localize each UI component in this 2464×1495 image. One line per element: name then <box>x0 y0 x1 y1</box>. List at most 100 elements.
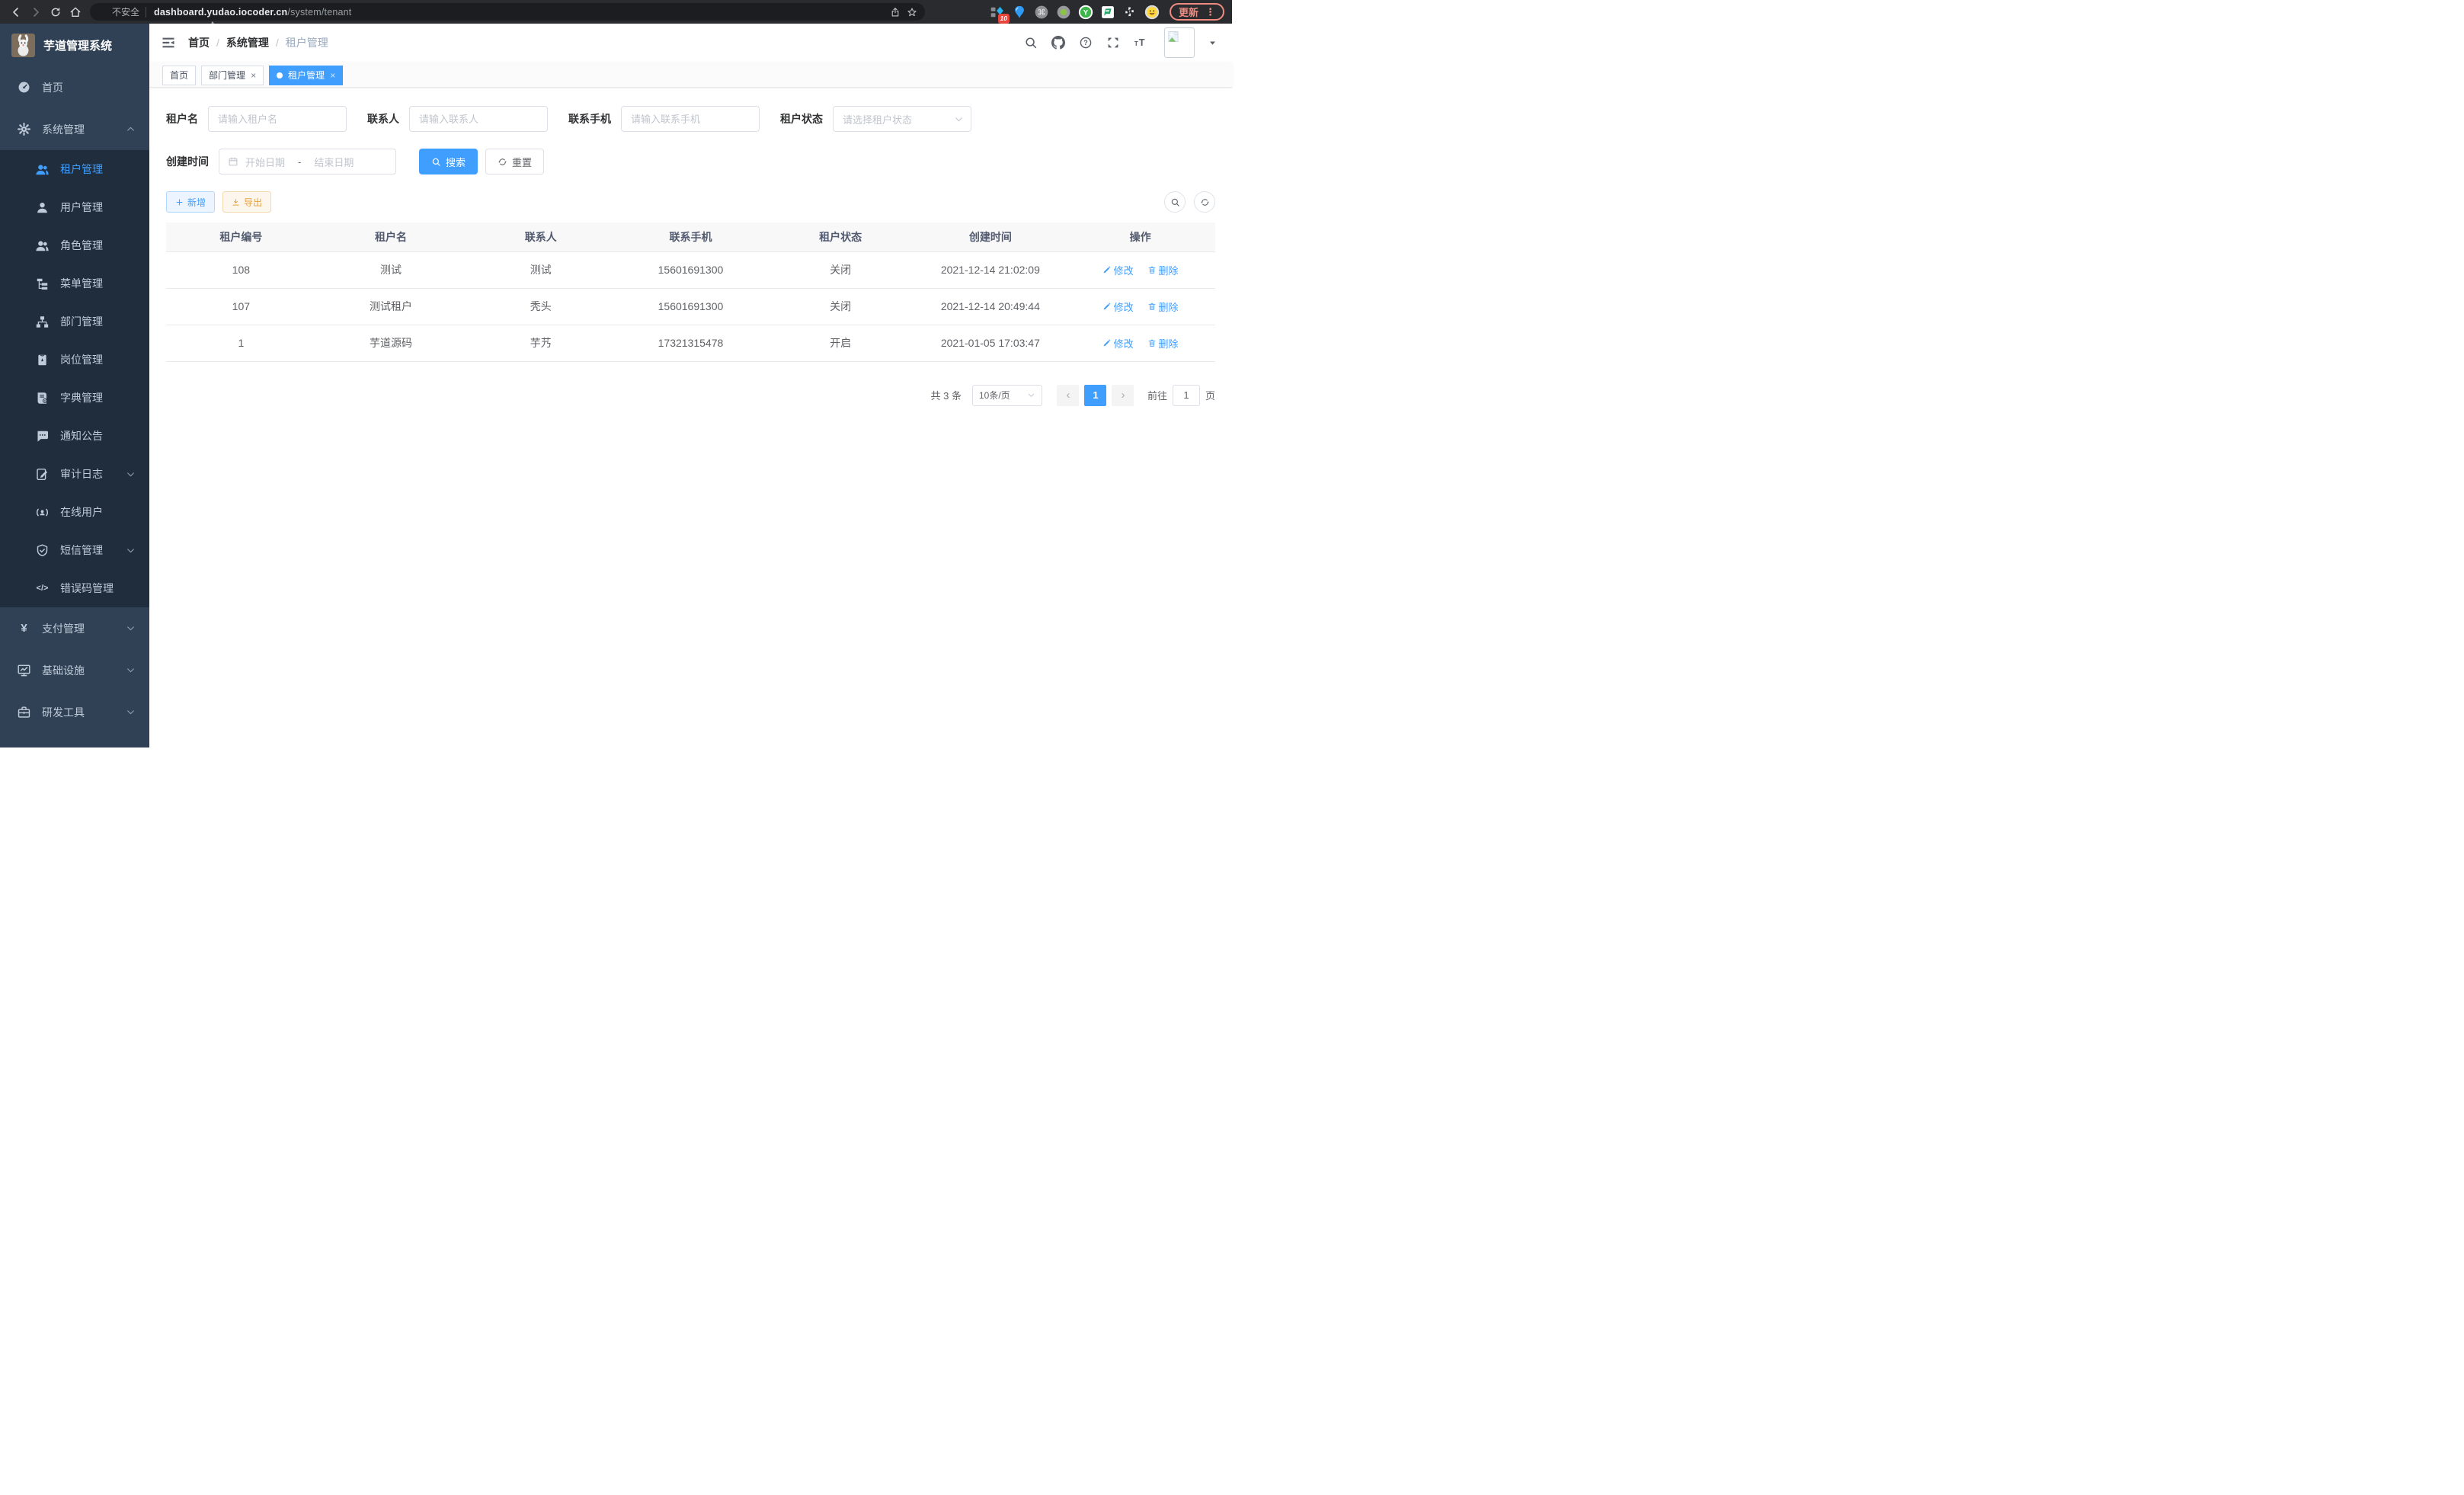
tag-home[interactable]: 首页 <box>162 66 196 85</box>
reset-button[interactable]: 重置 <box>485 149 544 174</box>
share-icon[interactable] <box>887 4 904 21</box>
tag-tenant[interactable]: 租户管理 <box>269 66 343 85</box>
trash-icon <box>1147 265 1157 274</box>
status-badge: 关闭 <box>766 251 916 288</box>
goto-page-input[interactable] <box>1173 385 1200 406</box>
add-button[interactable]: 新增 <box>166 191 215 213</box>
page-unit-label: 页 <box>1205 388 1215 402</box>
calendar-icon <box>228 156 238 167</box>
sidebar-item-user[interactable]: 用户管理 <box>0 188 149 226</box>
breadcrumb-separator <box>276 37 279 49</box>
sidebar-item-online-user[interactable]: 在线用户 <box>0 493 149 531</box>
sidebar-item-audit-log[interactable]: 审计日志 <box>0 455 149 493</box>
refresh-icon <box>498 157 507 167</box>
sidebar-item-system[interactable]: 系统管理 <box>0 108 149 150</box>
extension-chat-icon[interactable] <box>1100 5 1115 20</box>
edit-button[interactable]: 修改 <box>1102 299 1134 314</box>
sidebar-fold-icon[interactable] <box>161 35 176 50</box>
search-form-row-1: 租户名 联系人 联系手机 租户状态 请选择租户状态 <box>166 106 1215 132</box>
export-button[interactable]: 导出 <box>222 191 271 213</box>
sidebar-item-error-code[interactable]: </> 错误码管理 <box>0 569 149 607</box>
breadcrumb-system[interactable]: 系统管理 <box>226 35 269 50</box>
sidebar-item-dept[interactable]: 部门管理 <box>0 303 149 341</box>
chevron-down-icon <box>126 546 136 555</box>
sidebar-item-tenant[interactable]: 租户管理 <box>0 150 149 188</box>
sidebar-item-dict[interactable]: 字典管理 <box>0 379 149 417</box>
chevron-down-icon <box>126 665 136 675</box>
active-dot <box>277 72 283 78</box>
col-tenant-id: 租户编号 <box>166 222 316 251</box>
sidebar-item-pay[interactable]: ¥ 支付管理 <box>0 607 149 649</box>
extension-command-icon[interactable] <box>1034 5 1049 20</box>
sidebar-item-infra[interactable]: 基础设施 <box>0 649 149 691</box>
profile-avatar-icon[interactable] <box>1144 5 1160 20</box>
close-icon[interactable] <box>251 71 256 80</box>
browser-home-icon[interactable] <box>66 2 85 22</box>
refresh-table-button[interactable] <box>1194 191 1215 213</box>
sidebar-item-role[interactable]: 角色管理 <box>0 226 149 264</box>
browser-back-icon[interactable] <box>6 2 26 22</box>
browser-update-button[interactable]: 更新 <box>1170 3 1224 21</box>
mobile-field: 联系手机 <box>568 106 760 132</box>
avatar-caret-down-icon[interactable] <box>1208 39 1217 47</box>
delete-button[interactable]: 删除 <box>1147 299 1179 314</box>
date-range-picker[interactable]: 开始日期 - 结束日期 <box>219 149 396 174</box>
github-icon[interactable] <box>1051 36 1065 50</box>
status-select[interactable]: 请选择租户状态 <box>833 106 971 132</box>
extension-record-icon[interactable] <box>1056 5 1071 20</box>
table-row: 1 芋道源码 芋艿 17321315478 开启 2021-01-05 17:0… <box>166 325 1215 361</box>
breadcrumb-current: 租户管理 <box>286 35 328 50</box>
url-bar[interactable]: 不安全 dashboard.yudao.iocoder.cn/system/te… <box>90 3 925 21</box>
tenant-name-input[interactable] <box>208 106 347 132</box>
page-1-button[interactable]: 1 <box>1084 385 1106 406</box>
security-warning-icon[interactable] <box>98 7 108 17</box>
status-field: 租户状态 请选择租户状态 <box>780 106 971 132</box>
book-gear-icon <box>35 391 50 405</box>
mobile-label: 联系手机 <box>568 111 611 126</box>
sidebar-item-dev-tools[interactable]: 研发工具 <box>0 691 149 733</box>
pencil-icon <box>1102 265 1112 274</box>
sidebar-item-post[interactable]: 岗位管理 <box>0 341 149 379</box>
download-icon <box>232 198 240 206</box>
extension-balloon-icon[interactable] <box>1012 5 1027 20</box>
toggle-search-button[interactable] <box>1164 191 1186 213</box>
sidebar-item-home[interactable]: 首页 <box>0 66 149 108</box>
extension-y-icon[interactable] <box>1078 5 1093 20</box>
next-page-button[interactable] <box>1112 385 1134 406</box>
prev-page-button[interactable] <box>1057 385 1079 406</box>
search-icon[interactable] <box>1024 36 1038 50</box>
gear-icon <box>17 122 31 136</box>
tag-dept[interactable]: 部门管理 <box>201 66 264 85</box>
font-size-icon[interactable] <box>1134 36 1147 50</box>
delete-button[interactable]: 删除 <box>1147 263 1179 277</box>
close-icon[interactable] <box>330 71 335 80</box>
breadcrumb-home[interactable]: 首页 <box>188 35 210 50</box>
table-toolbar: 新增 导出 <box>166 191 1215 213</box>
browser-reload-icon[interactable] <box>46 2 66 22</box>
user-avatar[interactable] <box>1164 27 1195 58</box>
app-logo[interactable]: 芋道管理系统 <box>0 24 149 66</box>
sidebar-item-menu[interactable]: 菜单管理 <box>0 264 149 303</box>
sidebar-item-sms[interactable]: 短信管理 <box>0 531 149 569</box>
col-created: 创建时间 <box>916 222 1066 251</box>
extension-tabs-icon[interactable]: 10 <box>990 5 1005 20</box>
delete-button[interactable]: 删除 <box>1147 336 1179 351</box>
extensions-puzzle-icon[interactable] <box>1122 5 1138 20</box>
contact-field: 联系人 <box>367 106 548 132</box>
fullscreen-icon[interactable] <box>1106 36 1120 50</box>
page-size-select[interactable]: 10条/页 <box>972 385 1042 406</box>
breadcrumb: 首页 系统管理 租户管理 <box>188 35 328 50</box>
plus-icon <box>175 198 184 206</box>
sidebar-item-notice[interactable]: 通知公告 <box>0 417 149 455</box>
edit-button[interactable]: 修改 <box>1102 263 1134 277</box>
contact-input[interactable] <box>409 106 548 132</box>
search-button[interactable]: 搜索 <box>419 149 478 174</box>
browser-menu-icon[interactable] <box>1205 6 1215 18</box>
extensions-row: 10 <box>990 5 1160 20</box>
edit-button[interactable]: 修改 <box>1102 336 1134 351</box>
help-question-icon[interactable] <box>1079 36 1093 50</box>
bookmark-star-icon[interactable] <box>904 4 920 21</box>
mobile-input[interactable] <box>621 106 760 132</box>
create-time-label: 创建时间 <box>166 154 209 169</box>
browser-forward-icon[interactable] <box>26 2 46 22</box>
